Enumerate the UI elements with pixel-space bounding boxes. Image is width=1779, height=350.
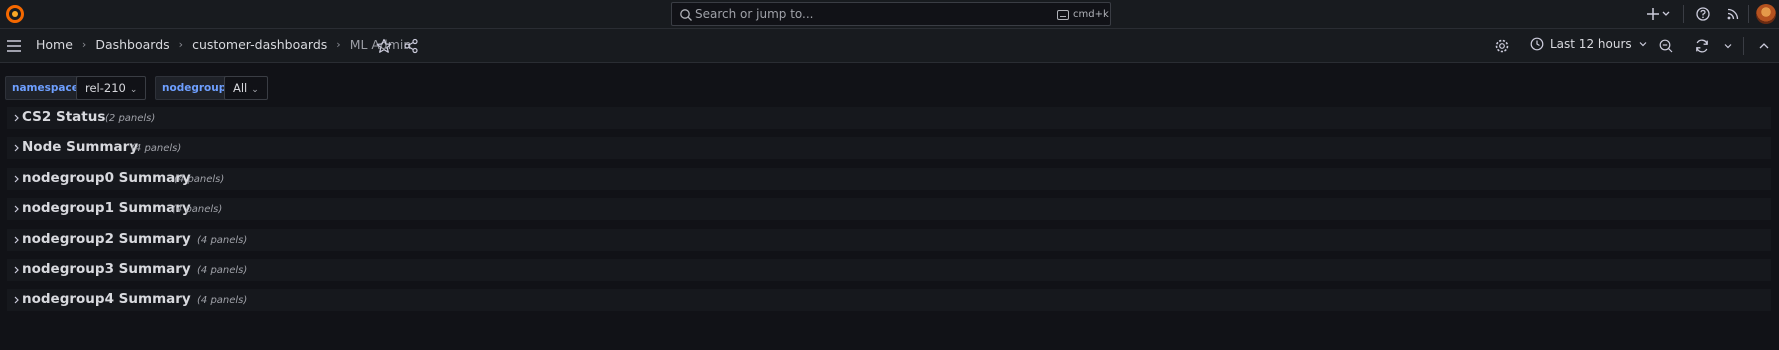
star-icon[interactable]: [376, 38, 392, 54]
news-feed-icon[interactable]: [1725, 6, 1741, 22]
row-panel-count: (4 panels): [197, 235, 248, 246]
refresh-icon[interactable]: [1694, 38, 1710, 54]
variable-label-namespace: namespace: [5, 76, 86, 100]
top-bar: Search or jump to... cmd+k: [0, 0, 1779, 29]
search-placeholder: Search or jump to...: [695, 7, 814, 21]
search-icon: [680, 9, 692, 21]
chevron-right-icon: [14, 236, 19, 244]
chevron-down-icon[interactable]: [1661, 6, 1671, 22]
row-title: nodegroup2 Summary: [22, 231, 191, 247]
dashboard-row[interactable]: nodegroup4 Summary (4 panels): [7, 289, 1771, 311]
divider: [1683, 5, 1684, 23]
variable-value-namespace: rel-210: [85, 81, 126, 95]
row-title: nodegroup0 Summary: [22, 170, 191, 186]
add-new-icon[interactable]: [1645, 6, 1661, 22]
chevron-right-icon: [14, 266, 19, 274]
menu-icon[interactable]: [6, 39, 22, 53]
dashboard-row[interactable]: nodegroup1 Summary (4 panels): [7, 198, 1771, 220]
search-bar[interactable]: Search or jump to... cmd+k: [671, 2, 1111, 26]
dashboard-row[interactable]: CS2 Status (2 panels): [7, 107, 1771, 129]
chevron-right-icon: [14, 175, 19, 183]
refresh-interval-chevron-icon[interactable]: [1722, 38, 1734, 54]
variable-select-nodegroup[interactable]: All ⌄: [224, 76, 268, 100]
variable-label-nodegroup: nodegroup: [155, 76, 234, 100]
share-icon[interactable]: [403, 38, 419, 54]
dashboard-row[interactable]: nodegroup3 Summary (4 panels): [7, 259, 1771, 281]
row-panel-count: (4 panels): [197, 295, 248, 306]
breadcrumb-separator: ›: [336, 38, 341, 51]
breadcrumb: Home › Dashboards › customer-dashboards …: [36, 37, 411, 52]
user-avatar[interactable]: [1756, 4, 1776, 24]
chevron-down-icon: ⌄: [251, 85, 259, 95]
breadcrumb-dashboards[interactable]: Dashboards: [95, 37, 169, 52]
dashboard-nav-bar: Home › Dashboards › customer-dashboards …: [0, 29, 1779, 63]
breadcrumb-separator: ›: [178, 38, 184, 51]
dashboard-row[interactable]: Node Summary (4 panels): [7, 137, 1771, 159]
search-shortcut: cmd+k: [1073, 9, 1109, 20]
row-title: nodegroup1 Summary: [22, 200, 191, 216]
chevron-right-icon: [14, 296, 19, 304]
zoom-out-icon[interactable]: [1658, 38, 1674, 54]
row-panel-count: (4 panels): [197, 265, 248, 276]
row-panel-count: (2 panels): [105, 113, 156, 124]
chevron-right-icon: [14, 114, 19, 122]
help-icon[interactable]: [1695, 6, 1711, 22]
row-title: nodegroup3 Summary: [22, 261, 191, 277]
settings-gear-icon[interactable]: [1494, 38, 1510, 54]
breadcrumb-home[interactable]: Home: [36, 37, 73, 52]
row-title: nodegroup4 Summary: [22, 291, 191, 307]
divider: [1748, 5, 1749, 23]
chevron-right-icon: [14, 205, 19, 213]
row-panel-count: (4 panels): [174, 174, 225, 185]
row-title: Node Summary: [22, 139, 139, 155]
time-range-picker[interactable]: Last 12 hours: [1530, 37, 1648, 51]
keyboard-icon: [1057, 10, 1069, 20]
grafana-logo-icon[interactable]: [5, 4, 25, 24]
time-range-label: Last 12 hours: [1550, 37, 1632, 51]
row-title: CS2 Status: [22, 109, 106, 125]
chevron-down-icon: ⌄: [129, 85, 138, 95]
collapse-chevron-up-icon[interactable]: [1756, 38, 1772, 54]
dashboard-row[interactable]: nodegroup0 Summary (4 panels): [7, 168, 1771, 190]
chevron-right-icon: [14, 144, 19, 152]
breadcrumb-separator: ›: [81, 38, 87, 51]
row-panel-count: (4 panels): [172, 204, 223, 215]
variable-value-nodegroup: All: [233, 81, 248, 95]
divider: [1743, 37, 1744, 55]
variable-select-namespace[interactable]: rel-210 ⌄: [76, 76, 147, 100]
breadcrumb-folder[interactable]: customer-dashboards: [192, 37, 327, 52]
chevron-down-icon: [1639, 42, 1647, 47]
row-panel-count: (4 panels): [131, 143, 182, 154]
dashboard-row[interactable]: nodegroup2 Summary (4 panels): [7, 229, 1771, 251]
clock-icon: [1530, 37, 1544, 51]
